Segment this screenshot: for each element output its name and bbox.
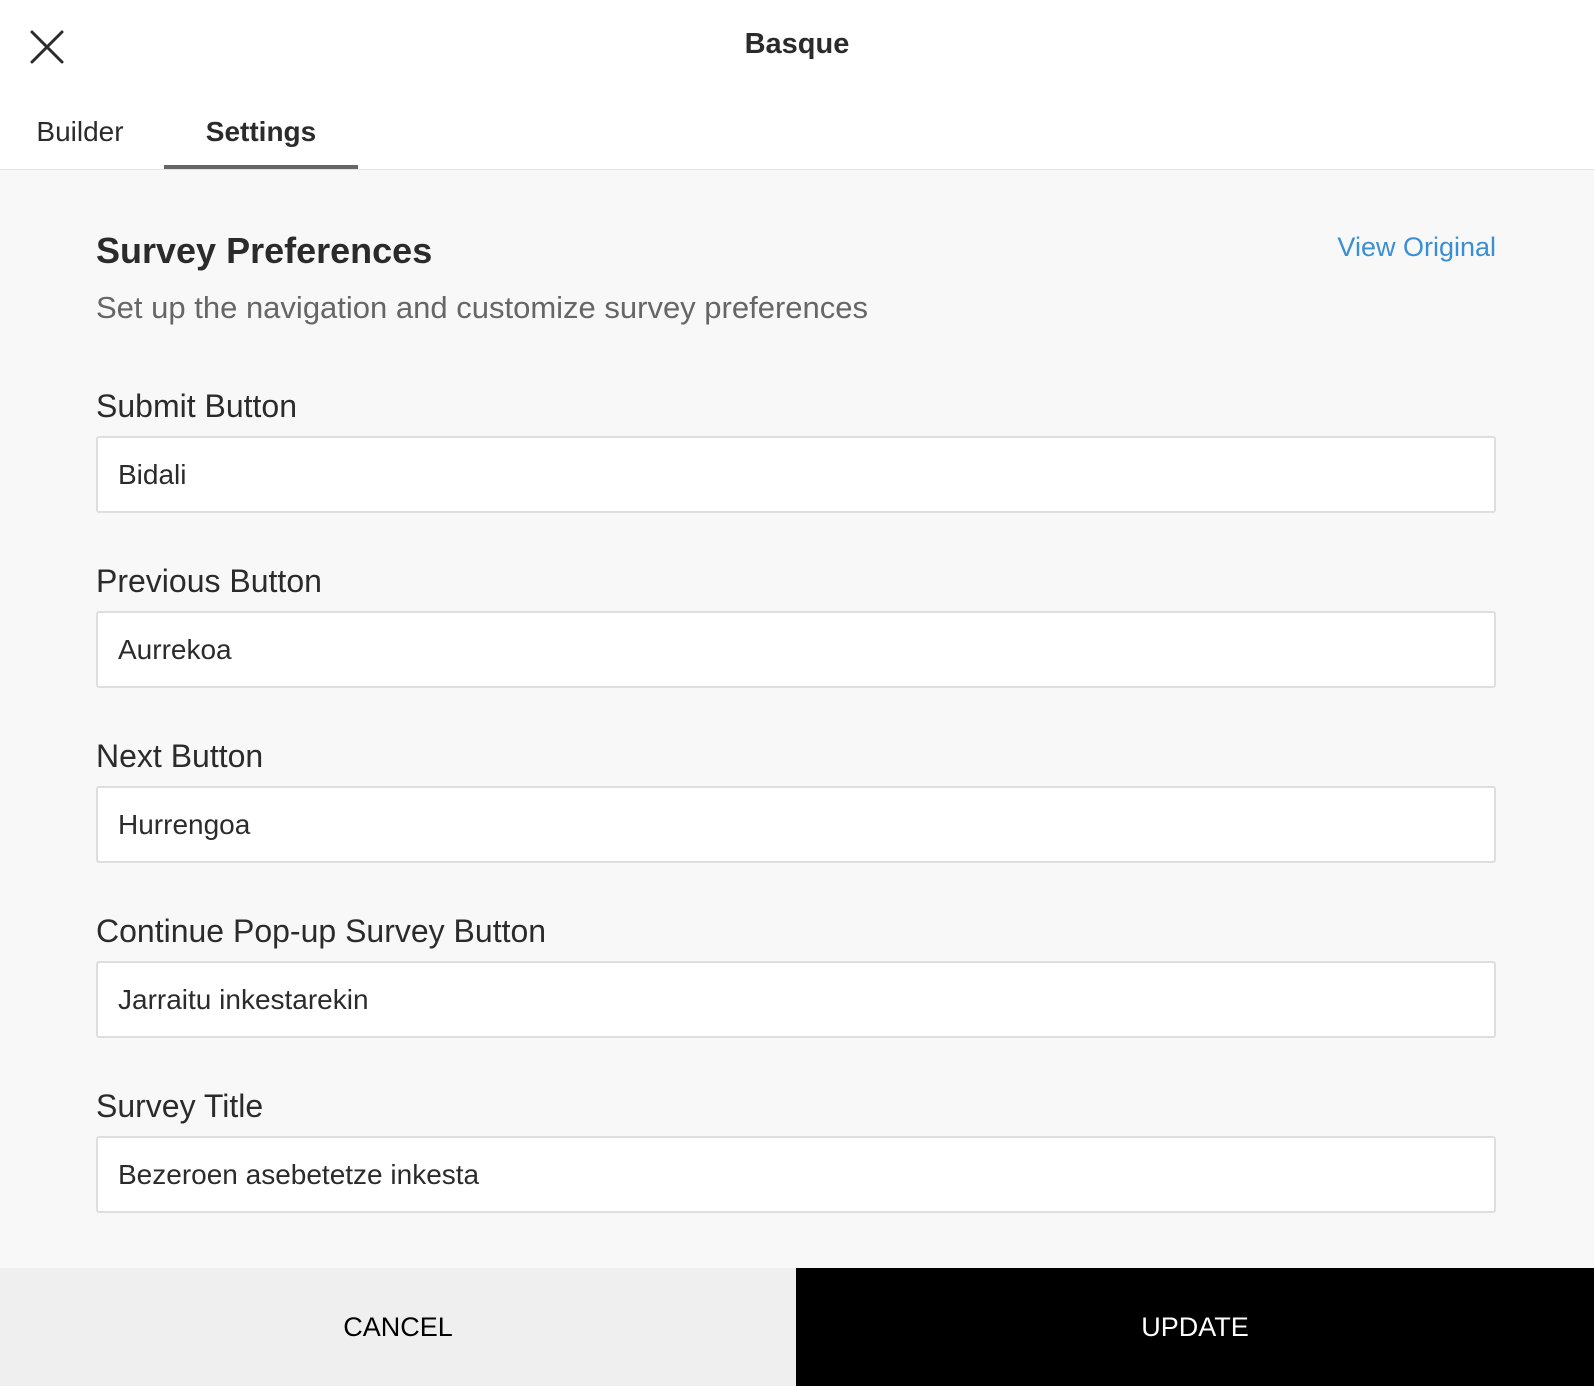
- field-label: Next Button: [96, 738, 264, 774]
- dialog-title: Basque: [744, 28, 850, 60]
- next-button-field: Next Button: [96, 736, 1496, 863]
- field-label: Survey Title: [96, 1088, 264, 1124]
- field-label: Submit Button: [96, 388, 297, 424]
- field-label: Previous Button: [96, 563, 322, 599]
- section-subtitle: Set up the navigation and customize surv…: [96, 290, 869, 325]
- continue-popup-survey-button-field: Continue Pop-up Survey Button: [96, 911, 1496, 1038]
- previous-button-input[interactable]: [96, 611, 1496, 688]
- dialog-header: Basque: [0, 0, 1594, 92]
- survey-title-field: Survey Title: [96, 1086, 1496, 1213]
- view-original-link[interactable]: View Original: [1337, 232, 1496, 263]
- tab-builder[interactable]: Builder: [0, 92, 160, 169]
- settings-panel: Survey Preferences View Original Set up …: [0, 170, 1594, 1268]
- submit-button-input[interactable]: [96, 436, 1496, 513]
- previous-button-field: Previous Button: [96, 561, 1496, 688]
- section-title: Survey Preferences: [96, 230, 433, 271]
- survey-title-input[interactable]: [96, 1136, 1496, 1213]
- translation-editor-dialog: Basque Builder Settings Survey Preferenc…: [0, 0, 1594, 1386]
- field-label: Continue Pop-up Survey Button: [96, 913, 547, 949]
- continue-popup-survey-button-input[interactable]: [96, 961, 1496, 1038]
- update-button[interactable]: UPDATE: [796, 1268, 1594, 1386]
- dialog-footer: CANCEL UPDATE: [0, 1268, 1594, 1386]
- next-button-input[interactable]: [96, 786, 1496, 863]
- cancel-button[interactable]: CANCEL: [0, 1268, 796, 1386]
- tab-settings[interactable]: Settings: [164, 92, 358, 169]
- submit-button-field: Submit Button: [96, 386, 1496, 513]
- tab-bar: Builder Settings: [0, 92, 1594, 170]
